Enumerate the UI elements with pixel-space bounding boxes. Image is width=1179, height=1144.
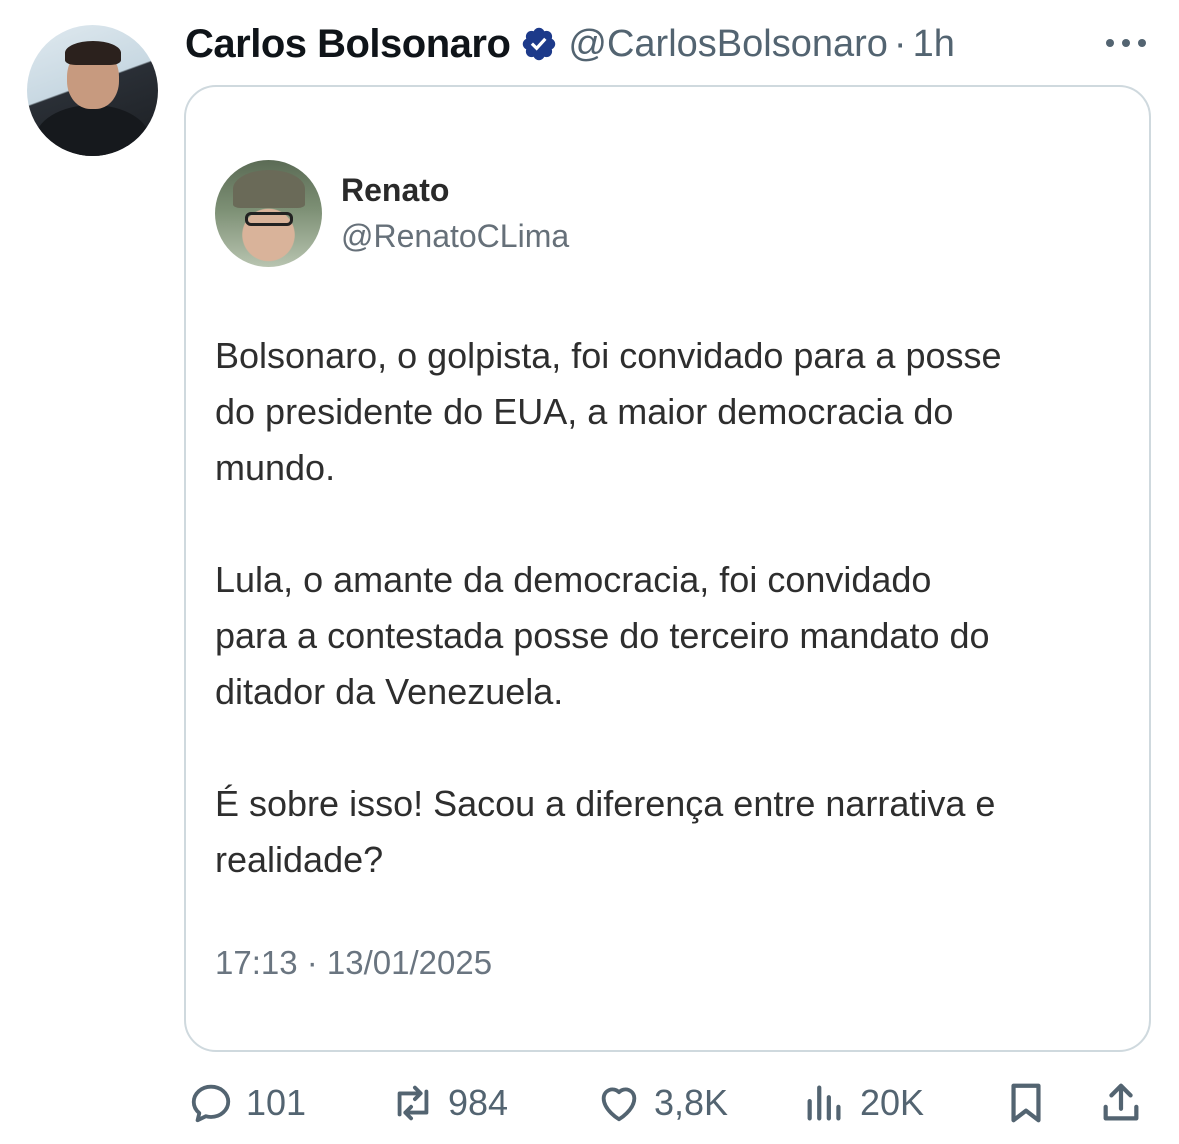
reply-icon — [191, 1084, 231, 1123]
author-avatar[interactable] — [27, 25, 158, 156]
quoted-image-card[interactable]: Renato @RenatoCLima Bolsonaro, o golpist… — [184, 85, 1151, 1052]
quoted-avatar-glasses — [245, 212, 293, 226]
quoted-timestamp: 17:13 · 13/01/2025 — [215, 944, 493, 981]
like-button[interactable]: 3,8K — [596, 1080, 728, 1126]
quoted-handle: @RenatoCLima — [341, 218, 570, 254]
post-time[interactable]: 1h — [913, 23, 955, 66]
quoted-name: Renato — [341, 172, 450, 208]
separator-dot: · — [893, 22, 907, 65]
verified-badge-icon[interactable] — [520, 25, 558, 63]
repost-button[interactable]: 984 — [390, 1080, 508, 1126]
quoted-avatar-cap — [233, 170, 305, 208]
reply-count: 101 — [246, 1082, 307, 1123]
avatar-body — [35, 105, 150, 156]
repost-count: 984 — [448, 1082, 509, 1123]
like-count: 3,8K — [654, 1082, 729, 1123]
quoted-avatar — [215, 160, 322, 267]
more-icon[interactable] — [1102, 26, 1150, 60]
post-header: Carlos Bolsonaro @CarlosBolsonaro · 1h — [185, 18, 955, 70]
quoted-text: Bolsonaro, o golpista, foi convidado par… — [215, 335, 1002, 880]
reply-button[interactable]: 101 — [188, 1080, 306, 1126]
author-name[interactable]: Carlos Bolsonaro — [185, 22, 511, 67]
author-handle[interactable]: @CarlosBolsonaro — [568, 23, 888, 66]
views-count: 20K — [860, 1082, 925, 1123]
views-button[interactable]: 20K — [802, 1080, 924, 1126]
share-icon[interactable] — [1098, 1080, 1144, 1126]
like-icon — [601, 1087, 637, 1122]
repost-icon — [397, 1085, 429, 1121]
avatar-hair — [65, 41, 121, 65]
bookmark-icon[interactable] — [1003, 1080, 1049, 1126]
views-icon — [807, 1085, 841, 1121]
action-bar: 101 984 3,8K 20K — [0, 1070, 1179, 1136]
